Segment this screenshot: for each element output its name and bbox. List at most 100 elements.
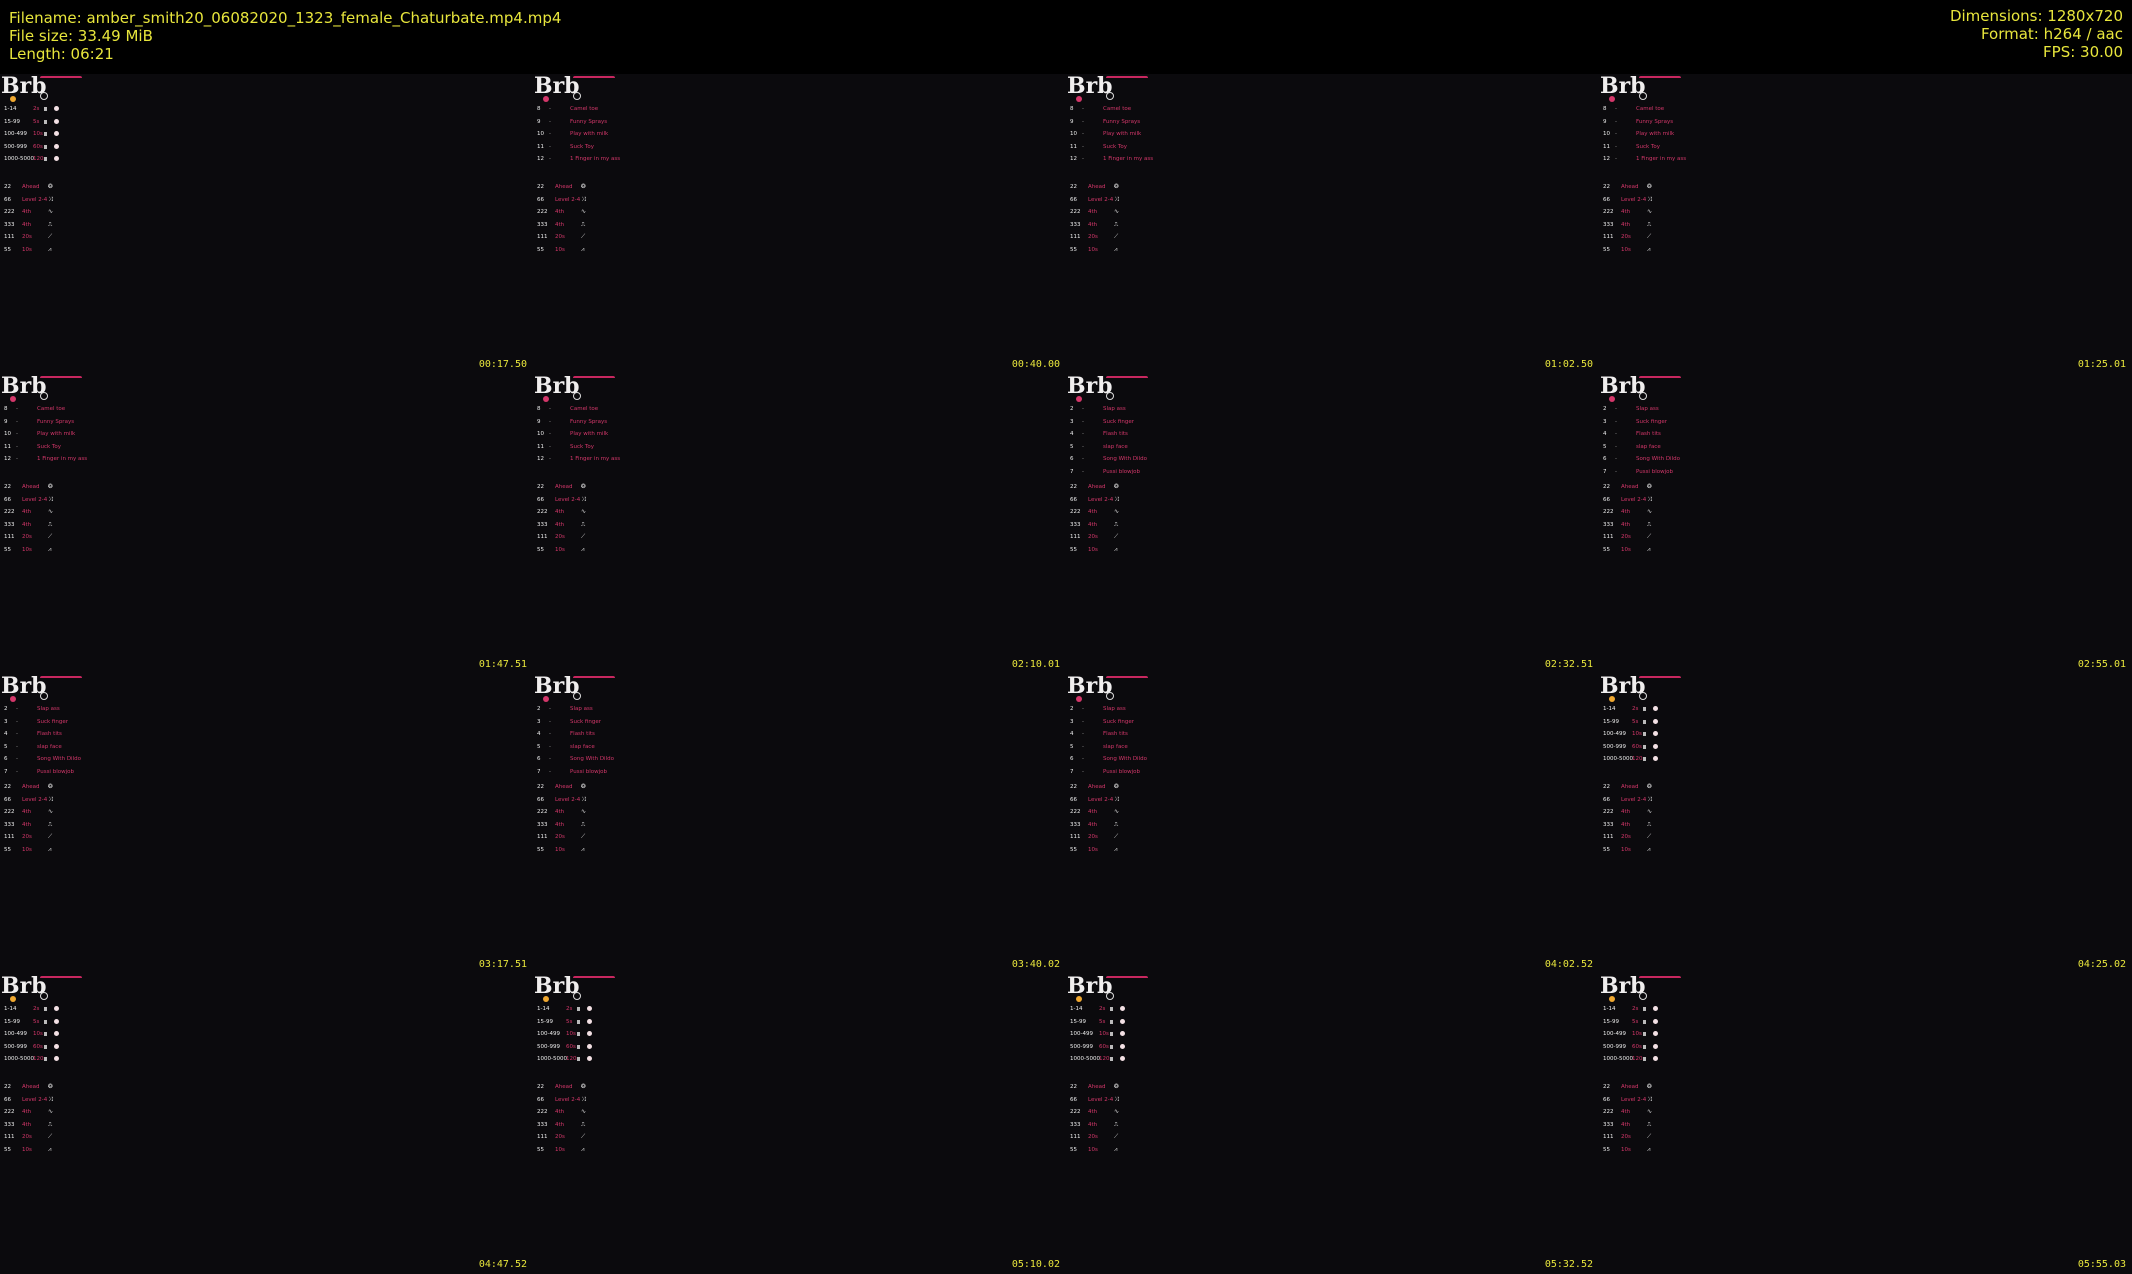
pattern-number: 333	[1603, 821, 1614, 828]
menu-label: Play with milk	[1636, 131, 1675, 137]
tip-range: 1000-5000	[1603, 756, 1633, 762]
menu-dash: -	[549, 731, 551, 737]
pattern-icon: ⤨	[581, 795, 586, 803]
pattern-icon: ⤨	[1114, 495, 1119, 503]
menu-dash: -	[1615, 468, 1617, 475]
tip-amount: 2s	[1632, 706, 1639, 712]
pattern-number: 111	[537, 1134, 548, 1140]
pattern-icon: ⎍	[48, 220, 53, 228]
pattern-icon: ⟋	[1647, 533, 1652, 540]
pattern-label: 20s	[22, 534, 32, 540]
pattern-number: 22	[537, 484, 544, 490]
pattern-label: 4th	[555, 821, 565, 828]
toy-icon	[54, 1018, 59, 1024]
menu-dash: -	[1082, 731, 1084, 737]
overlay-panel: Brb 8- Camel toe 9- Funny Sprays 10- Play with…	[1599, 74, 1689, 274]
menu-number: 4	[1603, 431, 1607, 437]
pattern-label: Level 2-4	[1621, 496, 1647, 503]
menu-label: slap face	[1636, 443, 1661, 450]
pattern-icon: ❂	[1114, 483, 1120, 490]
pattern-icon: ❂	[581, 183, 587, 190]
tip-range: 1-14	[1603, 706, 1616, 712]
menu-label: Pussi blowjob	[1103, 468, 1140, 475]
overlay-panel: Brb 8- Camel toe 9- Funny Sprays 10- Play with…	[1066, 74, 1156, 274]
pattern-number: 22	[1603, 184, 1610, 190]
menu-dash: -	[549, 443, 551, 450]
overlay-panel: Brb 1-14 2s 15-99 5s 100-499 10s 500-999 60s 1000…	[1599, 674, 1689, 874]
pattern-number: 55	[1603, 246, 1610, 253]
thumbnail-timestamp: 04:47.52	[478, 1259, 527, 1270]
pattern-icon: ⩘	[1114, 845, 1118, 853]
menu-label: Camel toe	[37, 406, 66, 412]
overlay-panel: Brb 8- Camel toe 9- Funny Sprays 10- Play with…	[533, 74, 623, 274]
pattern-icon: ⤨	[1114, 195, 1119, 203]
pattern-number: 22	[4, 784, 11, 790]
menu-label: Flash tits	[1103, 431, 1128, 437]
pattern-icon: ∿	[581, 208, 587, 215]
pattern-number: 111	[1603, 1134, 1614, 1140]
menu-label: 1 Finger in my ass	[1636, 156, 1687, 162]
level-icon	[577, 1044, 580, 1049]
ring-icon	[573, 992, 581, 1000]
overlay-panel: Brb 8- Camel toe 9- Funny Sprays 10- Play with…	[533, 374, 623, 574]
pattern-label: 4th	[22, 509, 32, 515]
pattern-label: Level 2-4	[22, 196, 48, 203]
tip-amount: 60s	[1632, 743, 1642, 750]
menu-label: 1 Finger in my ass	[37, 456, 88, 462]
pattern-number: 111	[4, 534, 15, 540]
menu-number: 2	[537, 706, 541, 712]
level-icon	[1643, 1044, 1646, 1049]
pattern-icon: ∿	[48, 208, 54, 215]
menu-label: Play with milk	[1103, 131, 1142, 137]
tip-amount: 2s	[566, 1006, 573, 1012]
pattern-number: 22	[1603, 784, 1610, 790]
pattern-label: 4th	[555, 1109, 565, 1115]
toy-icon	[54, 143, 59, 149]
pattern-number: 66	[1603, 196, 1610, 203]
pattern-number: 222	[1070, 509, 1081, 515]
menu-number: 3	[1603, 418, 1607, 425]
thumbnail-timestamp: 05:10.02	[1011, 1259, 1060, 1270]
level-icon	[1643, 1019, 1646, 1024]
menu-number: 9	[1603, 118, 1607, 125]
pattern-number: 55	[1070, 246, 1077, 253]
pattern-number: 333	[537, 1121, 548, 1128]
pattern-label: 10s	[1621, 246, 1631, 253]
pattern-icon: ⩘	[1114, 545, 1118, 553]
level-icon	[44, 1032, 47, 1036]
menu-label: Funny Sprays	[1636, 118, 1674, 125]
pattern-icon: ∿	[48, 808, 54, 815]
level-icon	[44, 1044, 47, 1049]
pattern-icon: ⤨	[1647, 195, 1652, 203]
tip-range: 1-14	[1603, 1006, 1616, 1012]
menu-dash: -	[549, 768, 551, 775]
menu-dash: -	[549, 706, 551, 712]
pattern-icon: ⎍	[1647, 1120, 1652, 1128]
ring-icon	[1106, 992, 1114, 1000]
pattern-number: 333	[537, 521, 548, 528]
pattern-label: 10s	[22, 1146, 32, 1153]
menu-label: Play with milk	[570, 431, 609, 437]
pattern-number: 111	[1603, 534, 1614, 540]
pattern-icon: ⤨	[1114, 1095, 1119, 1103]
menu-dash: -	[1615, 156, 1617, 162]
pattern-label: 4th	[1088, 809, 1098, 815]
tip-amount: 5s	[1099, 1018, 1106, 1025]
pattern-number: 333	[1603, 221, 1614, 228]
pattern-icon: ⩘	[1114, 1145, 1118, 1153]
menu-label: Flash tits	[1636, 431, 1661, 437]
menu-label: Slap ass	[37, 706, 60, 712]
level-icon	[44, 157, 47, 161]
pattern-label: Level 2-4	[1088, 796, 1114, 803]
level-icon	[577, 1057, 580, 1061]
menu-number: 2	[1603, 406, 1607, 412]
menu-dash: -	[549, 118, 551, 125]
pattern-label: 20s	[555, 834, 565, 840]
pattern-label: 20s	[1621, 1134, 1631, 1140]
pattern-number: 22	[1070, 484, 1077, 490]
pattern-icon: ⟋	[581, 833, 586, 840]
pattern-icon: ❂	[48, 183, 54, 190]
menu-label: Funny Sprays	[37, 418, 75, 425]
overlay-panel: Brb 8- Camel toe 9- Funny Sprays 10- Play with…	[0, 374, 90, 574]
pattern-icon: ⩘	[48, 245, 52, 253]
